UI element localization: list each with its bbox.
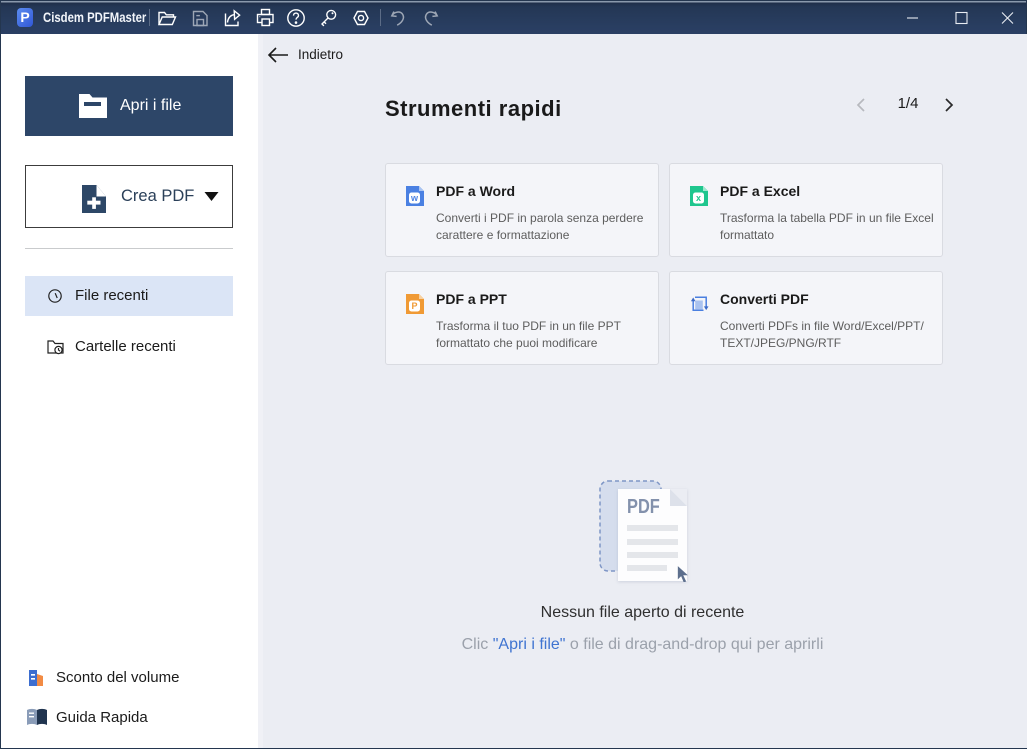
svg-text:P: P [411,301,417,311]
svg-text:w: w [410,193,419,203]
svg-text:x: x [696,193,701,203]
